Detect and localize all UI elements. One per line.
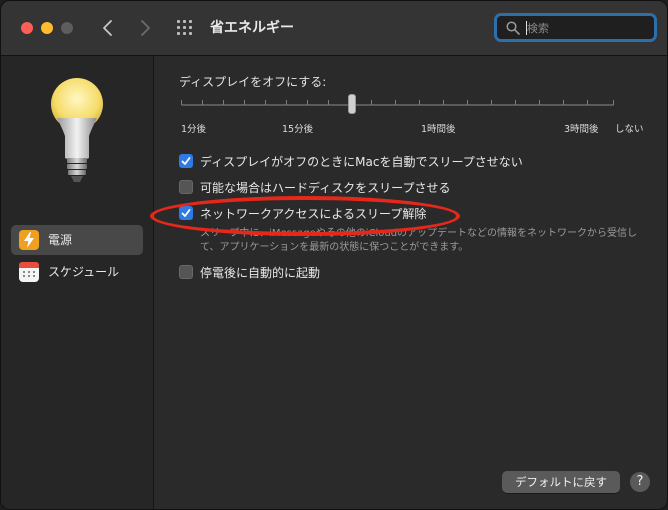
slider-tick [328, 100, 329, 105]
slider-tick [202, 100, 203, 105]
checkbox-checked[interactable] [179, 154, 193, 168]
sidebar-item-label: 電源 [48, 233, 73, 247]
tick-label-3hours: 3時間後 [564, 124, 599, 135]
chevron-left-icon [103, 20, 112, 36]
red-annotation-ellipse [150, 196, 460, 236]
forward-button[interactable] [134, 16, 156, 40]
option-label: ディスプレイがオフのときにMacを自動でスリープさせない [200, 155, 523, 169]
slider-tick [395, 100, 396, 105]
slider-tick [613, 100, 614, 105]
sidebar: 電源 スケジュール [1, 56, 154, 509]
restore-defaults-button[interactable]: デフォルトに戻す [502, 471, 620, 493]
back-button[interactable] [97, 16, 119, 40]
slider-tick [443, 100, 444, 105]
slider-tick [181, 100, 182, 105]
search-icon [506, 21, 520, 35]
display-sleep-label: ディスプレイをオフにする: [179, 75, 327, 89]
slider-tick [515, 100, 516, 105]
window-title: 省エネルギー [210, 20, 294, 36]
tick-label-1hour: 1時間後 [421, 124, 456, 135]
help-button[interactable]: ? [630, 472, 650, 492]
checkmark-icon [181, 157, 191, 165]
checkbox-unchecked[interactable] [179, 180, 193, 194]
preferences-window: 省エネルギー 検索 電源 スケジュール ディスプレイをオフにする: 1分後 15… [0, 0, 668, 510]
slider-tick [587, 100, 588, 105]
show-all-button[interactable] [177, 20, 193, 36]
display-sleep-slider-thumb[interactable] [348, 94, 356, 114]
tick-label-15min: 15分後 [282, 124, 314, 135]
minimize-button[interactable] [41, 22, 53, 34]
chevron-right-icon [141, 20, 150, 36]
sidebar-item-power[interactable]: 電源 [11, 225, 143, 255]
sidebar-item-label: スケジュール [48, 265, 120, 279]
tick-label-never: しない [615, 124, 644, 135]
slider-tick [223, 100, 224, 105]
lightbulb-icon [51, 78, 103, 182]
checkbox-unchecked[interactable] [179, 265, 193, 279]
title-bar: 省エネルギー [1, 1, 667, 56]
zoom-button[interactable] [61, 22, 73, 34]
slider-tick [265, 100, 266, 105]
lightning-icon [19, 230, 39, 250]
slider-tick [563, 100, 564, 105]
slider-tick [539, 100, 540, 105]
slider-tick [286, 100, 287, 105]
slider-tick [419, 100, 420, 105]
slider-tick [244, 100, 245, 105]
main-panel: ディスプレイをオフにする: 1分後 15分後 1時間後 3時間後 しない ディス… [150, 56, 667, 509]
option-label: 停電後に自動的に起動 [200, 266, 321, 280]
slider-tick [307, 100, 308, 105]
display-sleep-slider-track[interactable] [181, 104, 614, 106]
sidebar-item-schedule[interactable]: スケジュール [11, 257, 143, 287]
tick-label-1min: 1分後 [181, 124, 207, 135]
calendar-icon [19, 262, 39, 282]
search-input[interactable] [527, 18, 647, 38]
search-field[interactable] [494, 13, 657, 42]
slider-tick [467, 100, 468, 105]
option-label: 可能な場合はハードディスクをスリープさせる [200, 181, 451, 195]
close-button[interactable] [21, 22, 33, 34]
slider-tick [371, 100, 372, 105]
slider-tick [491, 100, 492, 105]
